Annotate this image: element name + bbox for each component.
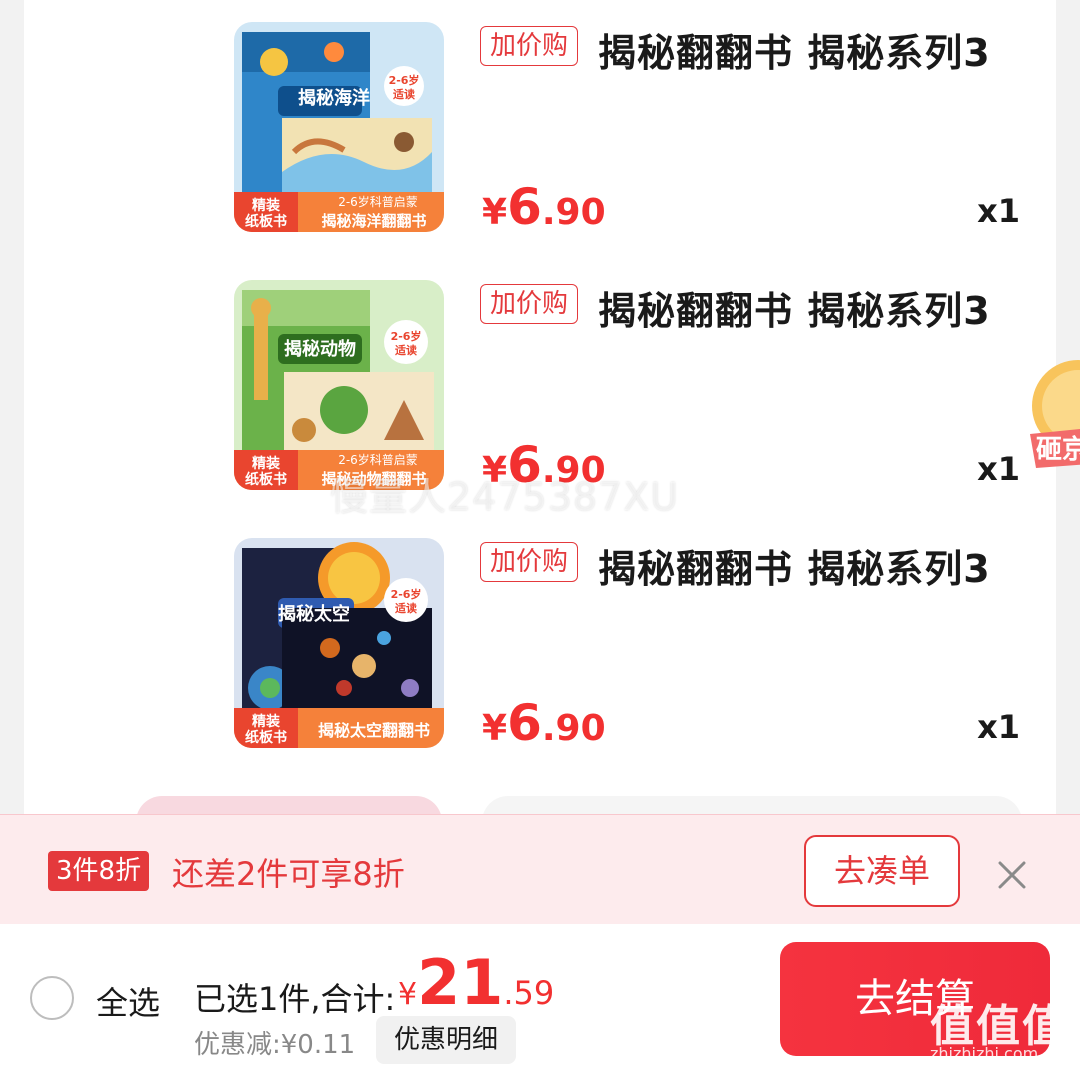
- product-title[interactable]: 揭秘翻翻书 揭秘系列3: [598, 22, 991, 77]
- product-price: ¥6.90: [482, 178, 606, 236]
- markup-purchase-tag: 加价购: [480, 542, 579, 582]
- cover-label: 纸板书: [245, 729, 287, 746]
- product-title[interactable]: 揭秘翻翻书 揭秘系列3: [598, 280, 991, 335]
- product-thumbnail[interactable]: 揭秘海洋 2-6岁 适读 2-6岁科普启蒙 精装 纸板书 揭秘海洋翻翻书: [234, 22, 444, 232]
- price-decimal: .90: [541, 708, 606, 749]
- price-decimal: .90: [541, 192, 606, 233]
- total-decimal: .59: [503, 974, 555, 1012]
- cart-item[interactable]: 揭秘海洋 2-6岁 适读 2-6岁科普启蒙 精装 纸板书 揭秘海洋翻翻书 加价购…: [24, 0, 1056, 240]
- cover-title: 揭秘太空: [278, 603, 350, 625]
- price-integer: 6: [507, 694, 542, 752]
- checkout-bar: 全选 已选1件,合计: ¥21.59 优惠减:¥0.11 优惠明细 去结算: [0, 924, 1080, 1074]
- total-currency: ¥: [398, 977, 418, 1012]
- cover-brand: 精装: [252, 713, 281, 730]
- product-thumbnail[interactable]: 揭秘太空 2-6岁 适读 精装 纸板书 揭秘太空翻翻书: [234, 538, 444, 748]
- cover-age-suffix: 适读: [395, 343, 417, 357]
- cover-title: 揭秘海洋: [298, 87, 370, 109]
- cover-title: 揭秘动物: [284, 338, 356, 360]
- product-title[interactable]: 揭秘翻翻书 揭秘系列3: [598, 538, 991, 593]
- price-currency: ¥: [482, 708, 508, 749]
- floating-promo-badge[interactable]: 砸京: [1030, 356, 1080, 476]
- site-logo-url: zhizhizhi.com: [930, 1044, 1039, 1063]
- cover-age: 2-6岁: [391, 587, 422, 601]
- cart-item[interactable]: 揭秘动物 2-6岁 适读 2-6岁科普启蒙 精装 纸板书 揭秘动物翻翻书 加价购…: [24, 258, 1056, 498]
- markup-purchase-tag: 加价购: [480, 284, 579, 324]
- discount-amount: 优惠减:¥0.11: [194, 1030, 356, 1060]
- cover-brand: 精装: [252, 197, 281, 214]
- cover-age: 2-6岁: [389, 73, 420, 87]
- select-all-checkbox[interactable]: [30, 976, 74, 1020]
- cover-caption: 揭秘海洋翻翻书: [321, 212, 426, 230]
- price-currency: ¥: [482, 192, 508, 233]
- close-icon[interactable]: [990, 853, 1034, 897]
- cover-label: 纸板书: [245, 471, 287, 488]
- cover-age-suffix: 适读: [395, 601, 417, 615]
- cover-subtitle: 2-6岁科普启蒙: [338, 452, 418, 467]
- cover-age-suffix: 适读: [393, 87, 415, 101]
- cover-age: 2-6岁: [391, 329, 422, 343]
- selected-count-text: 已选1件,合计:: [194, 980, 396, 1018]
- site-logo: 值值值 zhizhizhi.com: [930, 990, 1080, 1074]
- cover-brand: 精装: [252, 455, 281, 472]
- product-quantity[interactable]: x1: [977, 450, 1020, 488]
- floating-badge-text: 砸京: [1036, 434, 1080, 465]
- product-price: ¥6.90: [482, 694, 606, 752]
- promo-bar: 3件8折 还差2件可享8折 去凑单: [0, 814, 1080, 925]
- select-all-label[interactable]: 全选: [96, 978, 160, 1024]
- total-price: ¥21.59: [398, 946, 554, 1019]
- add-more-items-button[interactable]: 去凑单: [804, 835, 960, 907]
- product-thumbnail[interactable]: 揭秘动物 2-6岁 适读 2-6岁科普启蒙 精装 纸板书 揭秘动物翻翻书: [234, 280, 444, 490]
- price-integer: 6: [507, 178, 542, 236]
- markup-purchase-tag: 加价购: [480, 26, 579, 66]
- cover-label: 纸板书: [245, 213, 287, 230]
- user-watermark: 慢量人2475387XU: [330, 475, 680, 519]
- total-integer: 21: [417, 946, 504, 1019]
- cart-item[interactable]: 揭秘太空 2-6岁 适读 精装 纸板书 揭秘太空翻翻书 加价购 揭秘翻翻书 揭秘…: [24, 516, 1056, 756]
- product-quantity[interactable]: x1: [977, 192, 1020, 230]
- product-quantity[interactable]: x1: [977, 708, 1020, 746]
- cover-subtitle: 2-6岁科普启蒙: [338, 194, 418, 209]
- cart-card: 揭秘海洋 2-6岁 适读 2-6岁科普启蒙 精装 纸板书 揭秘海洋翻翻书 加价购…: [24, 0, 1056, 836]
- cover-caption: 揭秘太空翻翻书: [318, 721, 430, 740]
- discount-details-button[interactable]: 优惠明细: [376, 1016, 517, 1064]
- discount-badge: 3件8折: [48, 851, 150, 891]
- promo-text: 还差2件可享8折: [172, 855, 405, 893]
